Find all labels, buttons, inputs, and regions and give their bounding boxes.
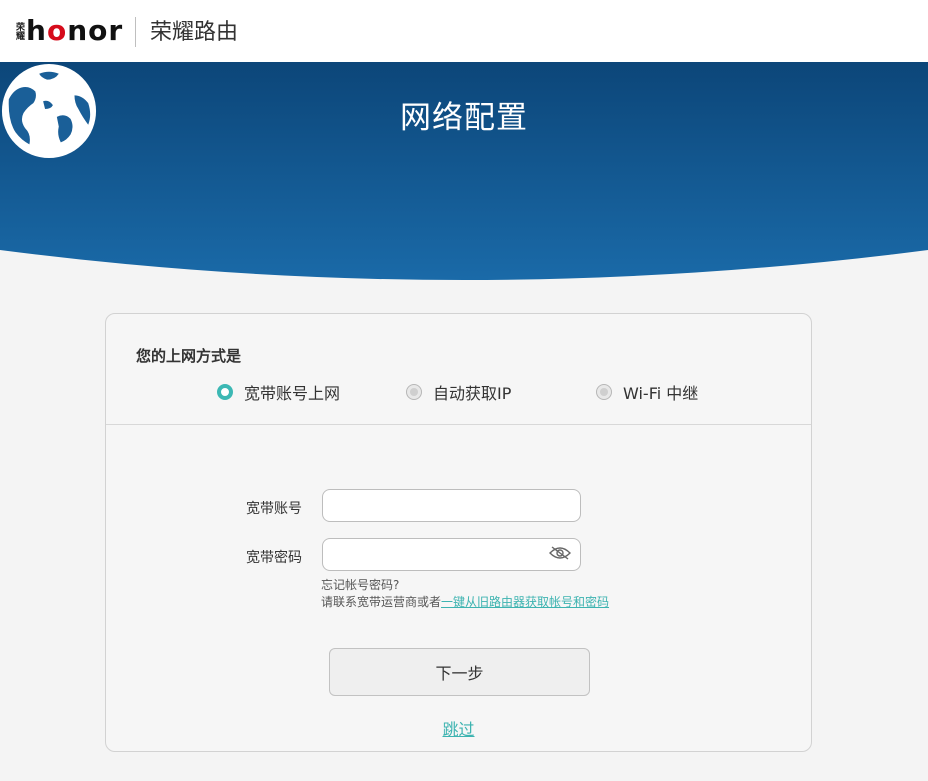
logo-letter: h: [26, 14, 47, 47]
contact-isp-text: 请联系宽带运营商或者一键从旧路由器获取帐号和密码: [321, 593, 609, 610]
skip-link: 跳过: [106, 716, 811, 740]
card-divider: [106, 424, 811, 425]
logo-letter: r: [108, 14, 124, 47]
logo-wordmark: honor: [26, 16, 123, 46]
logo-letter: o: [88, 14, 109, 47]
password-input[interactable]: [322, 538, 581, 571]
product-title: 荣耀路由: [150, 20, 239, 45]
option-wifi-repeater[interactable]: Wi-Fi 中继: [596, 380, 698, 404]
option-label: Wi-Fi 中继: [623, 384, 699, 403]
next-button[interactable]: 下一步: [329, 648, 590, 696]
account-label: 宽带账号: [246, 501, 302, 517]
page-title: 网络配置: [400, 100, 528, 136]
eye-hidden-icon[interactable]: [549, 546, 571, 560]
banner: 网络配置: [0, 62, 928, 282]
account-input[interactable]: [322, 489, 581, 522]
top-bar: 荣耀 honor 荣耀路由: [0, 0, 928, 63]
header-divider: [135, 17, 136, 47]
skip-link-text[interactable]: 跳过: [442, 720, 474, 739]
globe-icon: [1, 63, 97, 159]
forgot-credentials-text: 忘记帐号密码?: [321, 578, 400, 592]
option-label: 自动获取IP: [433, 384, 512, 403]
logo-cn-text: 荣耀: [14, 22, 24, 40]
option-pppoe[interactable]: 宽带账号上网: [217, 380, 340, 404]
logo-letter: n: [67, 14, 89, 47]
option-dhcp[interactable]: 自动获取IP: [406, 380, 511, 404]
radio-unchecked-icon[interactable]: [406, 384, 422, 400]
radio-checked-icon[interactable]: [217, 384, 233, 400]
network-config-card: 您的上网方式是 宽带账号上网 自动获取IP Wi-Fi 中继 宽带账号 宽带密码…: [105, 313, 812, 752]
option-label: 宽带账号上网: [244, 384, 341, 403]
get-from-old-router-link[interactable]: 一键从旧路由器获取帐号和密码: [441, 595, 609, 609]
radio-unchecked-icon[interactable]: [596, 384, 612, 400]
hint-prefix: 请联系宽带运营商或者: [321, 595, 442, 609]
connection-type-label: 您的上网方式是: [136, 347, 242, 365]
logo-letter: o: [46, 14, 68, 47]
password-label: 宽带密码: [246, 550, 302, 566]
logo-chinese-mark: 荣耀: [14, 22, 24, 40]
honor-logo: 荣耀 honor: [14, 16, 123, 46]
